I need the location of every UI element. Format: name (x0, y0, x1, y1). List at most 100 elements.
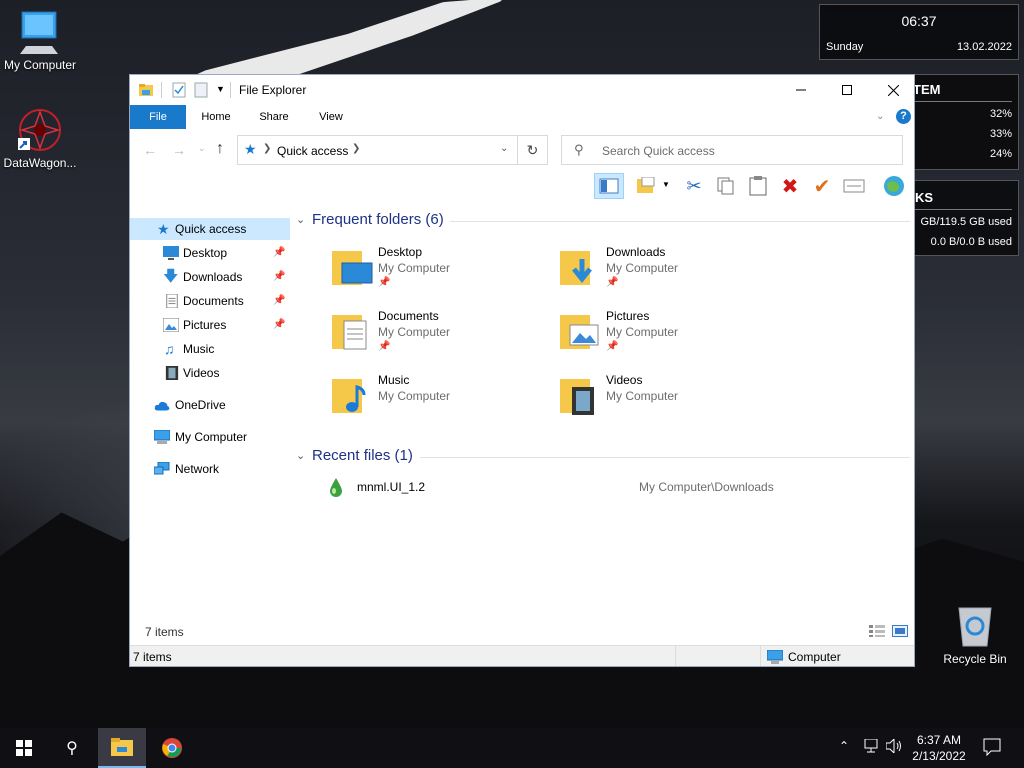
computer-icon (767, 650, 783, 664)
title-bar[interactable]: ▼ File Explorer (130, 75, 914, 105)
tab-home[interactable]: Home (190, 105, 242, 129)
taskbar-file-explorer[interactable] (98, 728, 146, 768)
nav-item-downloads[interactable]: 🡇 Downloads 📌 (130, 266, 290, 288)
forward-arrow-icon[interactable]: → (172, 142, 186, 158)
recent-file-row[interactable]: mnml.UI_1.2 My Computer\Downloads (322, 477, 882, 499)
group-collapse-chevron-icon[interactable]: ⌄ (296, 213, 305, 226)
file-explorer-window: ▼ File Explorer File Home Share View ⌄ ?… (129, 74, 915, 667)
rename-button[interactable] (840, 173, 868, 199)
nav-item-label: Desktop (183, 246, 228, 260)
nav-item-network[interactable]: Network (130, 458, 290, 480)
nav-item-label: Network (175, 462, 220, 476)
breadcrumb-separator-icon[interactable]: ❯ (352, 143, 360, 154)
copy-button[interactable] (712, 173, 740, 199)
folder-tile-videos[interactable]: Videos My Computer (560, 373, 780, 429)
nav-item-quick-access[interactable]: ★ Quick access (130, 218, 290, 240)
group-collapse-chevron-icon[interactable]: ⌄ (296, 449, 305, 462)
tab-view[interactable]: View (305, 105, 357, 129)
taskbar-chrome[interactable] (148, 728, 196, 768)
disks-widget-header: KS (915, 190, 934, 205)
divider (420, 457, 910, 458)
folder-tile-documents[interactable]: Documents My Computer 📌 (332, 309, 552, 365)
breadcrumb-separator-icon: ❯ (263, 143, 272, 154)
music-folder-icon (332, 379, 366, 413)
folder-tile-desktop[interactable]: Desktop My Computer 📌 (332, 245, 552, 301)
tray-chevron-up-icon[interactable]: ⌃ (839, 739, 849, 753)
folder-tile-downloads[interactable]: Downloads My Computer 📌 (560, 245, 780, 301)
pin-icon: 📌 (606, 277, 619, 288)
large-icons-view-icon[interactable] (892, 625, 908, 640)
nav-item-my-computer[interactable]: My Computer (130, 426, 290, 448)
nav-item-videos[interactable]: Videos (130, 362, 290, 384)
ribbon-tabs: File Home Share View ⌄ ? (130, 105, 914, 129)
swap-value: 24% (989, 148, 1012, 160)
tab-share[interactable]: Share (248, 105, 300, 129)
new-item-icon (637, 177, 655, 193)
star-icon: ★ (244, 141, 257, 157)
navigation-pane: ★ Quick access Desktop 📌 🡇 Downloads 📌 D… (130, 213, 290, 633)
search-box[interactable]: ⚲ Search Quick access (561, 135, 903, 165)
network-globe-button[interactable] (880, 173, 908, 199)
maximize-button[interactable] (824, 75, 870, 105)
delete-button[interactable]: ✖ (776, 173, 804, 199)
explorer-folder-icon[interactable] (138, 82, 154, 101)
network-tray-icon[interactable] (863, 738, 879, 756)
ribbon-expand-chevron-icon[interactable]: ⌄ (876, 111, 884, 122)
back-arrow-icon[interactable]: ← (143, 142, 157, 158)
computer-icon (154, 430, 170, 444)
customize-toolbar-chevron-icon[interactable]: ▼ (216, 84, 225, 94)
nav-item-music[interactable]: ♫ Music (130, 338, 290, 360)
nav-item-documents[interactable]: Documents 📌 (130, 290, 290, 312)
help-icon[interactable]: ? (896, 109, 911, 124)
desktop-icon-my-computer[interactable]: My Computer (0, 8, 80, 72)
search-placeholder: Search Quick access (602, 144, 715, 158)
folder-tile-pictures[interactable]: Pictures My Computer 📌 (560, 309, 780, 365)
select-button[interactable]: ✔ (808, 173, 836, 199)
cut-button[interactable]: ✂ (680, 173, 708, 199)
properties-icon[interactable] (172, 82, 186, 101)
folder-location: My Computer (606, 261, 679, 275)
recent-locations-chevron-icon[interactable]: ⌄ (198, 143, 206, 154)
folder-tile-music[interactable]: Music My Computer (332, 373, 552, 429)
breadcrumb-quick-access[interactable]: Quick access (277, 144, 348, 158)
notifications-icon[interactable] (983, 738, 1001, 759)
nav-item-desktop[interactable]: Desktop 📌 (130, 242, 290, 264)
address-dropdown-chevron-icon[interactable]: ⌄ (500, 143, 508, 154)
recent-files-header[interactable]: Recent files (1) (312, 447, 413, 464)
divider (915, 101, 1012, 102)
start-button[interactable] (0, 728, 48, 768)
ram-value: 33% (989, 128, 1012, 140)
documents-folder-icon (332, 315, 367, 350)
desktop-icon-datawagon[interactable]: DataWagon... (0, 106, 80, 170)
taskbar: ⚲ ⌃ 6:37 AM 2/13/2022 (0, 728, 1024, 768)
details-view-icon[interactable] (869, 625, 885, 640)
scissors-icon: ✂ (686, 175, 702, 196)
volume-icon[interactable] (885, 737, 902, 756)
paste-button[interactable] (744, 173, 772, 199)
desktop-icon-recycle-bin[interactable]: Recycle Bin (935, 602, 1015, 666)
minimize-button[interactable] (778, 75, 824, 105)
address-bar[interactable]: ★ ❯ Quick access ❯ ⌄ (237, 135, 518, 165)
close-button[interactable] (870, 75, 914, 105)
nav-item-label: Downloads (183, 270, 243, 284)
new-item-chevron-icon[interactable]: ▼ (662, 180, 670, 189)
taskbar-date: 2/13/2022 (912, 749, 966, 763)
pin-icon: 📌 (273, 247, 286, 258)
nav-item-pictures[interactable]: Pictures 📌 (130, 314, 290, 336)
up-arrow-icon[interactable]: ↑ (216, 140, 224, 158)
taskbar-time: 6:37 AM (916, 733, 962, 747)
disk-usage-value: GB/119.5 GB used (920, 216, 1012, 228)
recent-file-name: mnml.UI_1.2 (357, 480, 426, 494)
new-item-button[interactable] (632, 173, 660, 199)
preview-pane-button[interactable] (594, 173, 624, 199)
new-folder-quick-icon[interactable] (194, 82, 208, 101)
tab-file[interactable]: File (130, 105, 186, 129)
nav-item-onedrive[interactable]: OneDrive (130, 394, 290, 416)
frequent-folders-header[interactable]: Frequent folders (6) (312, 211, 444, 228)
refresh-button[interactable]: ↻ (518, 135, 548, 165)
folder-location: My Computer (378, 325, 451, 339)
taskbar-clock[interactable]: 6:37 AM 2/13/2022 (904, 732, 974, 764)
search-button[interactable]: ⚲ (48, 728, 96, 768)
folder-name: Downloads (606, 245, 666, 259)
pin-icon: 📌 (606, 341, 619, 352)
